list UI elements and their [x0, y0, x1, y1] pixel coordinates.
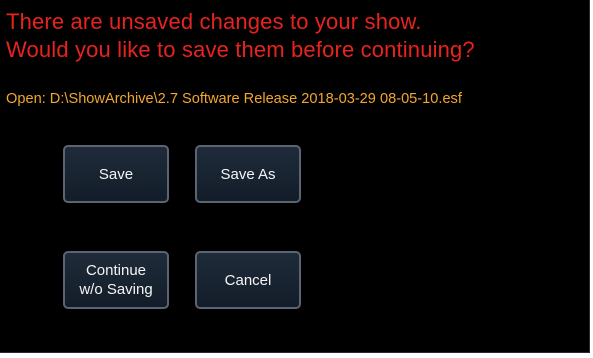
continue-without-saving-button[interactable]: Continue w/o Saving: [63, 251, 169, 309]
cancel-button-label: Cancel: [224, 271, 272, 289]
continue-button-label-line-1: Continue: [85, 262, 147, 279]
dialog-message: There are unsaved changes to your show. …: [6, 8, 588, 64]
save-button-label: Save: [98, 165, 134, 183]
continue-button-label: Continue w/o Saving: [79, 261, 152, 299]
continue-button-label-line-2: w/o Saving: [79, 281, 153, 298]
cancel-button[interactable]: Cancel: [195, 251, 301, 309]
save-button[interactable]: Save: [63, 145, 169, 203]
save-as-button-label: Save As: [220, 165, 276, 183]
open-show-path: Open: D:\ShowArchive\2.7 Software Releas…: [6, 91, 462, 107]
dialog-message-line-1: There are unsaved changes to your show.: [6, 9, 422, 34]
dialog-message-line-2: Would you like to save them before conti…: [6, 37, 475, 62]
unsaved-changes-dialog: There are unsaved changes to your show. …: [0, 0, 590, 353]
save-as-button[interactable]: Save As: [195, 145, 301, 203]
